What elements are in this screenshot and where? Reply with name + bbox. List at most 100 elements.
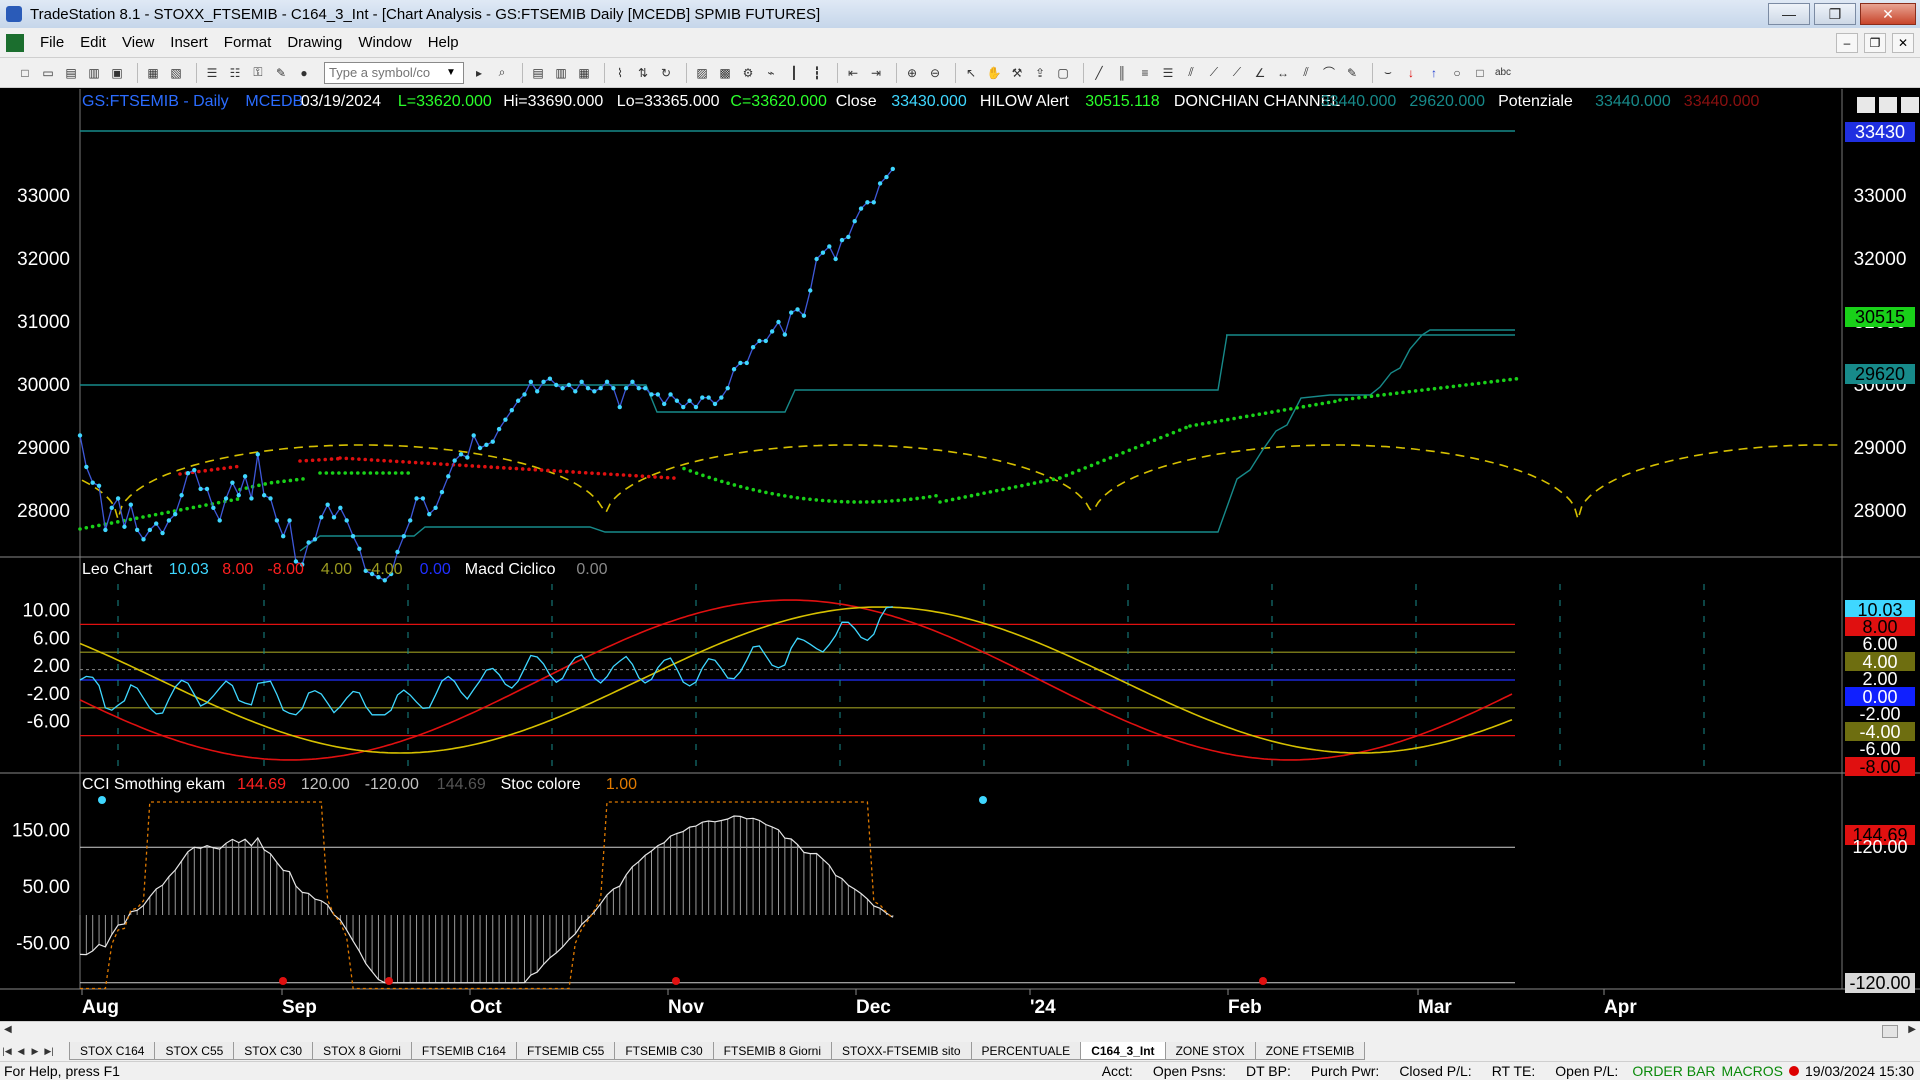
menu-window[interactable]: Window [350,34,419,51]
tools-icon[interactable]: ⚒ [1008,64,1026,82]
zoom-out-icon[interactable]: ⊖ [926,64,944,82]
up-arrow-icon[interactable]: ↑ [1425,64,1443,82]
insert-strategy-icon[interactable]: ▩ [716,64,734,82]
table-icon[interactable]: ▦ [575,64,593,82]
pencil-icon[interactable]: ✎ [1343,64,1361,82]
tab-stox-c55[interactable]: STOX C55 [154,1042,235,1060]
symbol-lookup-icon[interactable]: ⌕ [493,64,511,82]
maximize-button[interactable]: ❐ [1814,3,1856,25]
fibonacci-icon[interactable]: ☰ [1159,64,1177,82]
order-bar-button[interactable]: ORDER BAR [1628,1063,1719,1079]
tab-stoxx-ftsemib-sito[interactable]: STOXX-FTSEMIB sito [831,1042,972,1060]
menu-help[interactable]: Help [420,34,467,51]
last-tab-icon[interactable]: ▶| [42,1043,56,1059]
new-icon[interactable]: □ [16,64,34,82]
analysis-icon[interactable]: ⌁ [762,64,780,82]
speed-lines-icon[interactable]: ⟋ [1228,64,1246,82]
arrow-right-icon[interactable]: ▸ [470,64,488,82]
prev-tab-icon[interactable]: ◀ [14,1043,28,1059]
chart-window-icon[interactable] [6,33,24,52]
hand-icon[interactable]: ✋ [985,64,1003,82]
lock-icon[interactable]: ⚿ [249,64,267,82]
hilow-dot [382,458,386,463]
menu-file[interactable]: File [32,34,72,51]
ellipse-icon[interactable]: ○ [1448,64,1466,82]
print-preview-icon[interactable]: ▦ [144,64,162,82]
tab-ftsemib-c30[interactable]: FTSEMIB C30 [614,1042,714,1060]
angle-icon[interactable]: ∠ [1251,64,1269,82]
draw-icon[interactable]: ✎ [272,64,290,82]
mdi-close-button[interactable]: ✕ [1892,32,1914,53]
menu-insert[interactable]: Insert [162,34,216,51]
format-icon[interactable]: ⚙ [739,64,757,82]
close-button[interactable]: ✕ [1860,3,1916,25]
bars-icon[interactable]: ┃ [785,64,803,82]
open-workspace-icon[interactable]: ▤ [62,64,80,82]
tab-zone-ftsemib[interactable]: ZONE FTSEMIB [1254,1042,1366,1060]
parallel-icon[interactable]: ⫽ [1297,64,1315,82]
vertical-lines-icon[interactable]: ║ [1113,64,1131,82]
menu-drawing[interactable]: Drawing [279,34,350,51]
menu-format[interactable]: Format [216,34,280,51]
trendline-icon[interactable]: ╱ [1090,64,1108,82]
export-icon[interactable]: ⇪ [1031,64,1049,82]
next-tab-icon[interactable]: ▶ [28,1043,42,1059]
horizontal-scrollbar[interactable]: ◀ ▶ [0,1021,1920,1041]
camera-icon[interactable]: ▢ [1054,64,1072,82]
tab-zone-stox[interactable]: ZONE STOX [1164,1042,1256,1060]
tab-stox-8-giorni[interactable]: STOX 8 Giorni [312,1042,412,1060]
hilow-dot [357,457,361,461]
price-dot [858,206,864,211]
minimize-button[interactable]: — [1768,3,1810,25]
arc-icon[interactable]: ⌒ [1320,64,1338,82]
scroll-right-arrow-icon[interactable]: ▶ [1908,1024,1916,1035]
print-icon[interactable]: ▧ [167,64,185,82]
cascade-icon[interactable]: ☰ [203,64,221,82]
hilow-dot [1295,405,1299,410]
menu-view[interactable]: View [114,34,162,51]
scroll-thumb[interactable] [1882,1025,1898,1038]
down-arrow-icon[interactable]: ↓ [1402,64,1420,82]
horizontal-lines-icon[interactable]: ≡ [1136,64,1154,82]
chart-area[interactable]: 3300033000320003200031000310003000030000… [0,89,1920,1021]
symbol-input[interactable] [325,62,441,83]
mdi-minimize-button[interactable]: – [1836,32,1858,53]
tab-c164-3-int[interactable]: C164_3_Int [1080,1042,1166,1060]
hilow-dot [1064,473,1069,478]
gann-icon[interactable]: ⟋ [1205,64,1223,82]
refresh-icon[interactable]: ↻ [657,64,675,82]
hilow-dot [1244,414,1249,419]
tab-ftsemib-8-giorni[interactable]: FTSEMIB 8 Giorni [712,1042,833,1060]
tab-ftsemib-c164[interactable]: FTSEMIB C164 [410,1042,517,1060]
scroll-right-icon[interactable]: ⇥ [867,64,885,82]
data-window-icon[interactable]: ▥ [552,64,570,82]
tab-ftsemib-c55[interactable]: FTSEMIB C55 [515,1042,616,1060]
zoom-in-icon[interactable]: ⊕ [903,64,921,82]
menu-edit[interactable]: Edit [72,34,114,51]
mdi-restore-button[interactable]: ❐ [1864,32,1886,53]
macros-button[interactable]: MACROS [1720,1063,1785,1079]
save-icon[interactable]: ▣ [108,64,126,82]
interval-icon[interactable]: ⇅ [634,64,652,82]
pointer-icon[interactable]: ↖ [962,64,980,82]
candles-icon[interactable]: ┇ [808,64,826,82]
rectangle-icon[interactable]: □ [1471,64,1489,82]
new-window-icon[interactable]: ▥ [85,64,103,82]
scroll-left-icon[interactable]: ⇤ [844,64,862,82]
first-tab-icon[interactable]: |◀ [0,1043,14,1059]
tab-percentuale[interactable]: PERCENTUALE [970,1042,1082,1060]
scroll-left-arrow-icon[interactable]: ◀ [4,1024,12,1035]
tab-stox-c164[interactable]: STOX C164 [69,1042,156,1060]
tile-icon[interactable]: ☷ [226,64,244,82]
bar-type-icon[interactable]: ⌇ [611,64,629,82]
colors-icon[interactable]: ● [295,64,313,82]
insert-indicator-icon[interactable]: ▨ [693,64,711,82]
open-icon[interactable]: ▭ [39,64,57,82]
text-icon[interactable]: abc [1494,64,1512,82]
grid-icon[interactable]: ▤ [529,64,547,82]
channel-icon[interactable]: ⫽ [1182,64,1200,82]
measure-icon[interactable]: ↔ [1274,64,1292,82]
tab-stox-c30[interactable]: STOX C30 [233,1042,314,1060]
curve-icon[interactable]: ⌣ [1379,64,1397,82]
chevron-down-icon[interactable]: ▼ [441,67,461,78]
